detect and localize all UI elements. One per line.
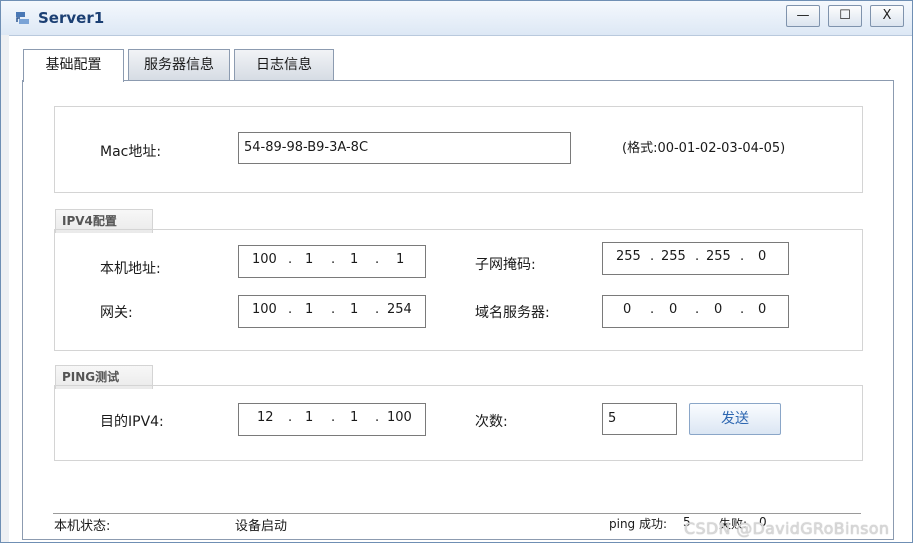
tab-log-info[interactable]: 日志信息 [234, 49, 334, 80]
ip-dot: . [650, 249, 655, 264]
mac-format-hint: (格式:00-01-02-03-04-05) [622, 141, 786, 156]
device-state-value: 设备启动 [235, 519, 288, 534]
title-bar[interactable]: Server1 — ☐ X [1, 1, 912, 36]
ip-dot: . [375, 410, 380, 425]
gateway-label: 网关: [100, 305, 133, 321]
mask-octet-3[interactable]: 255 [706, 249, 731, 264]
dns-octet-3[interactable]: 0 [714, 302, 722, 317]
gateway-octet-1[interactable]: 100 [252, 302, 277, 317]
gateway-octet-3[interactable]: 1 [350, 302, 358, 317]
local-ip-octet-4[interactable]: 1 [396, 252, 404, 267]
minimize-icon: — [796, 8, 810, 23]
dest-octet-3[interactable]: 1 [350, 410, 358, 425]
mac-label: Mac地址: [100, 144, 162, 160]
subnet-mask-label: 子网掩码: [475, 257, 536, 273]
minimize-button[interactable]: — [786, 5, 820, 27]
tab-server-info[interactable]: 服务器信息 [128, 49, 230, 80]
mask-octet-4[interactable]: 0 [758, 249, 766, 264]
watermark: CSDN @DavidGRoBinson [684, 519, 890, 538]
mac-address-input[interactable]: 54-89-98-B9-3A-8C [238, 132, 571, 164]
gateway-input[interactable]: 100 . 1 . 1 . 254 [238, 295, 426, 328]
gateway-octet-2[interactable]: 1 [305, 302, 313, 317]
dns-octet-4[interactable]: 0 [758, 302, 766, 317]
ip-dot: . [288, 410, 293, 425]
maximize-icon: ☐ [839, 8, 851, 23]
local-address-label: 本机地址: [100, 261, 161, 277]
ip-dot: . [650, 302, 655, 317]
ip-dot: . [375, 252, 380, 267]
ip-dot: . [695, 249, 700, 264]
ping-success-label: ping 成功: [609, 517, 668, 531]
status-divider [53, 513, 861, 514]
ip-dot: . [740, 249, 745, 264]
dest-octet-1[interactable]: 12 [257, 410, 274, 425]
mask-octet-1[interactable]: 255 [616, 249, 641, 264]
ping-count-input[interactable]: 5 [602, 403, 677, 435]
local-ip-octet-2[interactable]: 1 [305, 252, 313, 267]
gateway-octet-4[interactable]: 254 [387, 302, 412, 317]
maximize-button[interactable]: ☐ [828, 5, 862, 27]
ip-dot: . [331, 252, 336, 267]
send-button[interactable]: 发送 [689, 403, 781, 435]
close-button[interactable]: X [870, 5, 904, 27]
dest-octet-2[interactable]: 1 [305, 410, 313, 425]
ping-count-label: 次数: [475, 414, 508, 430]
close-icon: X [882, 8, 892, 23]
ip-dot: . [288, 252, 293, 267]
ip-dot: . [331, 410, 336, 425]
ip-dot: . [740, 302, 745, 317]
dns-server-input[interactable]: 0 . 0 . 0 . 0 [602, 295, 789, 328]
local-ip-input[interactable]: 100 . 1 . 1 . 1 [238, 245, 426, 278]
device-state-label: 本机状态: [54, 519, 111, 534]
window-left-edge [1, 35, 9, 542]
mask-octet-2[interactable]: 255 [661, 249, 686, 264]
subnet-mask-input[interactable]: 255 . 255 . 255 . 0 [602, 242, 789, 275]
window-title: Server1 [38, 9, 105, 27]
local-ip-octet-3[interactable]: 1 [350, 252, 358, 267]
destination-ip-label: 目的IPV4: [100, 414, 164, 430]
ip-dot: . [288, 302, 293, 317]
destination-ip-input[interactable]: 12 . 1 . 1 . 100 [238, 403, 426, 436]
ip-dot: . [695, 302, 700, 317]
dns-octet-2[interactable]: 0 [669, 302, 677, 317]
dns-octet-1[interactable]: 0 [623, 302, 631, 317]
server-window: Server1 — ☐ X 基础配置 服务器信息 日志信息 Mac地址: 54-… [0, 0, 913, 543]
ip-dot: . [331, 302, 336, 317]
server-app-icon [16, 12, 29, 24]
dns-server-label: 域名服务器: [475, 305, 550, 321]
tab-basic-config[interactable]: 基础配置 [23, 49, 124, 82]
dest-octet-4[interactable]: 100 [387, 410, 412, 425]
ip-dot: . [375, 302, 380, 317]
local-ip-octet-1[interactable]: 100 [252, 252, 277, 267]
